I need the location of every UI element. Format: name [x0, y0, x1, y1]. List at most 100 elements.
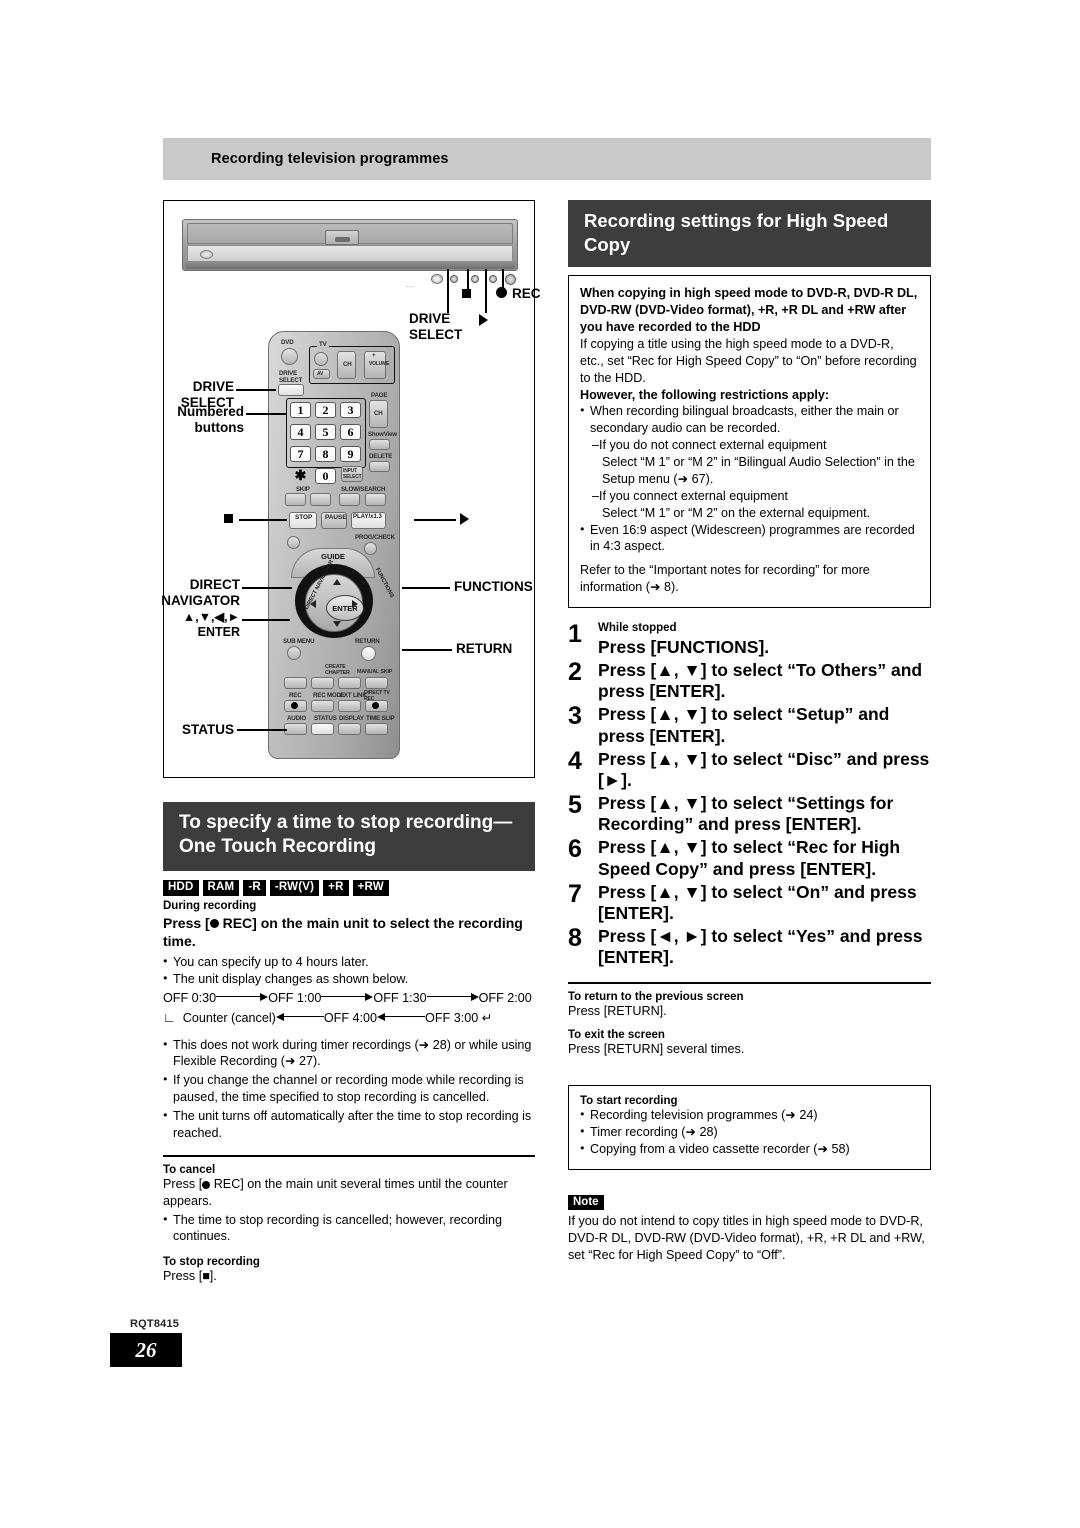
callout-numbered-buttons: Numbered buttons: [177, 404, 244, 436]
leader-line-drive-select: [447, 269, 449, 313]
play-triangle-icon: [479, 314, 488, 326]
number-key-6: 6: [340, 424, 361, 440]
one-touch-bullets: You can specify up to 4 hours later. The…: [163, 954, 535, 988]
callout-direct-navigator: DIRECT NAVIGATOR: [161, 577, 240, 609]
power-knob-icon: [200, 250, 213, 259]
flow-arrow-5-icon: [377, 1012, 426, 1021]
blank-key-2: [311, 677, 334, 689]
step-3-number: 3: [568, 702, 582, 731]
dvd-power-button-icon: [281, 348, 298, 365]
intro-bullet1: When recording bilingual broadcasts, eit…: [580, 403, 919, 437]
status-key: [311, 723, 334, 735]
step-6-number: 6: [568, 835, 582, 864]
document-code: RQT8415: [130, 1318, 180, 1330]
intro-dash1: –If you do not connect external equipmen…: [592, 438, 827, 453]
to-return-text: Press [RETURN].: [568, 1004, 667, 1019]
leader-direct-navigator: [242, 587, 292, 589]
step-2-number: 2: [568, 658, 582, 687]
callout-functions: FUNCTIONS: [454, 579, 533, 594]
note-block: Note If you do not intend to copy titles…: [568, 1192, 931, 1264]
bullet-display-changes: The unit display changes as shown below.: [163, 971, 535, 988]
figure-box: ... REC DRIVE SELECT DVD DRIVE SELECT TV…: [161, 200, 541, 778]
flow-off-130: OFF 1:30: [373, 990, 427, 1005]
flow-off-200: OFF 2:00: [478, 990, 532, 1005]
to-exit-title: To exit the screen: [568, 1029, 665, 1042]
callout-status: STATUS: [182, 722, 234, 737]
flow-off-400: OFF 4:00: [323, 1010, 378, 1025]
start-recording-item-2: Timer recording (➜ 28): [580, 1124, 919, 1141]
leader-functions: [402, 587, 450, 589]
device-base: [185, 262, 515, 269]
rec-mode-key: [311, 700, 334, 712]
step-7-text: Press [▲, ▼] to select “On” and press [E…: [598, 881, 917, 923]
flow-return-arrow-icon: ↵: [481, 1010, 493, 1025]
device-drive-select-label: DRIVE SELECT: [409, 311, 463, 342]
rec-dot-small-icon: [291, 702, 298, 709]
step-6: 6 Press [▲, ▼] to select “Rec for High S…: [568, 837, 931, 879]
steps-list: 1 While stopped Press [FUNCTIONS]. 2 Pre…: [568, 620, 931, 968]
badge-minus-r: -R: [243, 879, 266, 896]
right-section-heading: Recording settings for High Speed Copy: [568, 200, 931, 268]
to-cancel-rec: REC: [213, 1176, 241, 1191]
intro-dash2: –If you connect external equipment: [592, 488, 789, 503]
callout-return: RETURN: [456, 641, 513, 656]
number-key-8: 8: [315, 446, 336, 462]
audio-key: [284, 723, 307, 735]
flow-counter-cancel: Counter (cancel): [182, 1010, 276, 1025]
step-4: 4 Press [▲, ▼] to select “Disc” and pres…: [568, 746, 931, 791]
device-front-strip: ...: [187, 245, 516, 289]
number-key-0: 0: [315, 468, 336, 484]
running-head-text: Recording television programmes: [211, 151, 449, 167]
left-column: ... REC DRIVE SELECT DVD DRIVE SELECT TV…: [161, 200, 541, 1285]
step-2: 2 Press [▲, ▼] to select “To Others” and…: [568, 658, 931, 702]
step-5: 5 Press [▲, ▼] to select “Settings for R…: [568, 791, 931, 835]
start-recording-box: To start recording Recording television …: [568, 1085, 931, 1170]
one-touch-notes: This does not work during timer recordin…: [163, 1037, 535, 1142]
device-top-panel: [187, 223, 513, 245]
leader-stop-remote: [239, 519, 287, 521]
step-5-number: 5: [568, 791, 582, 820]
step-1-precondition: While stopped: [598, 622, 677, 635]
dpad-down-icon: [333, 621, 341, 627]
bullet-hours: You can specify up to 4 hours later.: [163, 954, 535, 971]
instruction-prefix: Press [: [163, 914, 210, 931]
stop-button-icon: [471, 275, 479, 283]
step-8: 8 Press [◄, ►] to select “Yes” and press…: [568, 925, 931, 968]
note-tag: Note: [568, 1194, 604, 1210]
leader-line-stop: [467, 269, 469, 291]
to-stop-text: Press [■].: [163, 1269, 217, 1284]
intro-bold-lead: When copying in high speed mode to DVD-R…: [580, 286, 918, 335]
step-4-number: 4: [568, 746, 582, 775]
step-1-number: 1: [568, 620, 582, 649]
leader-numbered-buttons: [246, 413, 286, 415]
to-cancel-rec-dot-icon: [202, 1180, 211, 1189]
remote-play-triangle-icon: [460, 513, 469, 525]
create-chapter-key: [338, 677, 361, 689]
number-key-1: 1: [290, 402, 311, 418]
intro-para1: If copying a title using the high speed …: [580, 336, 917, 385]
flow-arrow-1-icon: [216, 992, 269, 1001]
prog-check-button-icon: [364, 542, 377, 555]
dpad-right-icon: [352, 600, 358, 608]
step-1: 1 While stopped Press [FUNCTIONS].: [568, 620, 931, 658]
badge-hdd: HDD: [163, 879, 199, 896]
intro-dash2-detail: Select “M 1” or “M 2” on the external eq…: [602, 505, 871, 520]
step-8-text: Press [◄, ►] to select “Yes” and press […: [598, 926, 923, 968]
to-cancel-bullet: The time to stop recording is cancelled;…: [163, 1212, 535, 1246]
step-3: 3 Press [▲, ▼] to select “Setup” and pre…: [568, 704, 931, 746]
start-recording-item-3: Copying from a video cassette recorder (…: [580, 1141, 919, 1158]
drive-select-button-icon: [450, 275, 458, 283]
display-key: [338, 723, 361, 735]
enter-button: ENTER: [326, 595, 364, 621]
direct-tv-rec-dot-icon: [372, 702, 379, 709]
slow-back-button-icon: [339, 493, 360, 506]
during-recording-label: During recording: [163, 899, 257, 912]
display-dots-icon: ...: [406, 282, 415, 289]
to-exit-text: Press [RETURN] several times.: [568, 1042, 745, 1057]
remote-stop-square-icon: [224, 514, 233, 523]
left-divider-rule: [163, 1154, 535, 1157]
page-number: 26: [110, 1333, 182, 1367]
to-cancel-prefix: Press [: [163, 1176, 203, 1191]
dpad-inner: ENTER: [305, 574, 364, 632]
to-cancel-title: To cancel: [163, 1163, 216, 1176]
